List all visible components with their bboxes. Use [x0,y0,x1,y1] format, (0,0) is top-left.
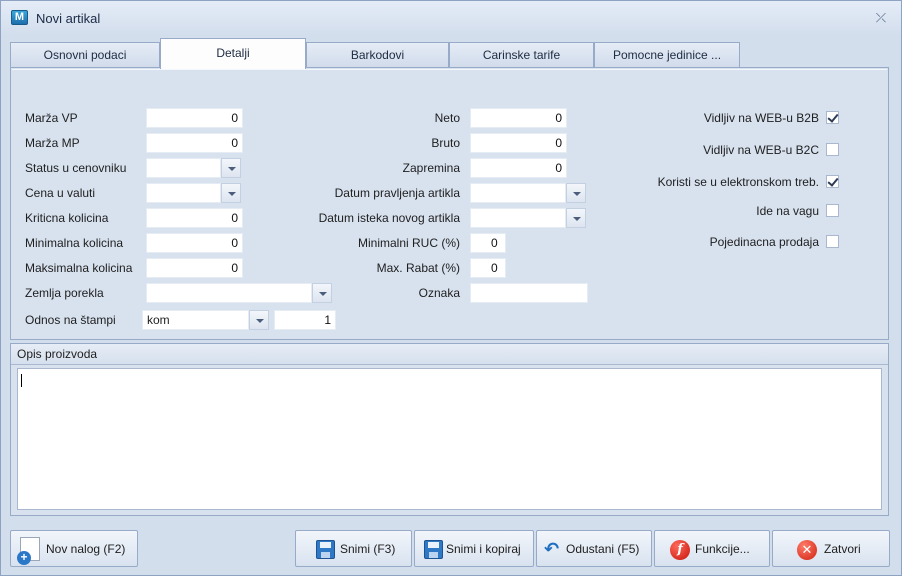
vaga-label: Ide na vagu [756,204,819,218]
marza-mp-input[interactable]: 0 [146,133,243,153]
marza-vp-label: Marža VP [25,111,78,125]
snimi-kopiraj-label: Snimi i kopiraj [446,542,521,556]
cena-valuti-value [146,183,221,203]
odnos-unit-select[interactable]: kom [142,310,271,330]
pojedinacna-label: Pojedinacna prodaja [709,235,819,249]
datum-isteka-label: Datum isteka novog artikla [318,211,460,225]
odnos-unit-value: kom [142,310,249,330]
zatvori-label: Zatvori [824,542,861,556]
minimalna-label: Minimalna kolicina [25,236,124,250]
cena-valuti-select[interactable] [146,183,243,203]
floppy-icon [316,540,335,559]
window-title: Novi artikal [36,11,101,26]
neto-label: Neto [434,111,460,125]
status-cenovnik-value [146,158,221,178]
b2b-checkbox[interactable] [826,111,839,124]
status-cenovnik-label: Status u cenovniku [25,161,127,175]
maksimalna-label: Maksimalna kolicina [25,261,133,275]
tab-carinske-tarife[interactable]: Carinske tarife [449,42,594,69]
tab-detalji[interactable]: Detalji [160,38,306,69]
b2b-label: Vidljiv na WEB-u B2B [703,111,819,125]
zapremina-input[interactable]: 0 [470,158,567,178]
odustani-button[interactable]: ↶ Odustani (F5) [536,530,652,567]
b2c-label: Vidljiv na WEB-u B2C [703,143,819,157]
elektronsko-label: Koristi se u elektronskom treb. [657,175,819,189]
snimi-kopiraj-button[interactable]: Snimi i kopiraj [414,530,534,567]
opis-group: Opis proizvoda [10,343,889,516]
undo-icon: ↶ [544,539,560,559]
odnos-value-input[interactable]: 1 [274,310,336,330]
snimi-label: Snimi (F3) [340,542,396,556]
close-circle-icon: ✕ [797,540,817,560]
elektronsko-checkbox[interactable] [826,175,839,188]
zapremina-label: Zapremina [402,161,460,175]
pojedinacna-checkbox[interactable] [826,235,839,248]
funkcije-label: Funkcije... [695,542,750,556]
opis-textarea[interactable] [17,368,882,510]
text-caret [21,374,22,387]
chevron-down-icon[interactable] [221,158,241,178]
b2c-checkbox[interactable] [826,143,839,156]
min-ruc-input[interactable]: 0 [470,233,506,253]
status-cenovnik-select[interactable] [146,158,243,178]
kriticna-label: Kriticna kolicina [25,211,109,225]
odustani-label: Odustani (F5) [566,542,640,556]
nov-nalog-button[interactable]: + Nov nalog (F2) [10,530,138,567]
title-bar: M Novi artikal ⤫ [1,1,901,35]
oznaka-label: Oznaka [418,286,460,300]
datum-pravljenja-value [470,183,566,203]
close-icon[interactable]: ⤫ [874,11,888,25]
opis-title: Opis proizvoda [11,344,888,365]
chevron-down-icon[interactable] [249,310,269,330]
odnos-label: Odnos na štampi [25,313,116,327]
chevron-down-icon[interactable] [221,183,241,203]
min-ruc-label: Minimalni RUC (%) [357,236,460,250]
oznaka-input[interactable] [470,283,588,303]
datum-pravljenja-label: Datum pravljenja artikla [334,186,460,200]
dialog-window: M Novi artikal ⤫ Osnovni podaci Detalji … [0,0,902,576]
floppy-icon [424,540,443,559]
kriticna-input[interactable]: 0 [146,208,243,228]
cena-valuti-label: Cena u valuti [25,186,96,200]
bruto-label: Bruto [431,136,460,150]
tab-osnovni-podaci[interactable]: Osnovni podaci [10,42,160,69]
minimalna-input[interactable]: 0 [146,233,243,253]
max-rabat-input[interactable]: 0 [470,258,506,278]
snimi-button[interactable]: Snimi (F3) [295,530,412,567]
marza-mp-label: Marža MP [25,136,80,150]
vaga-checkbox[interactable] [826,204,839,217]
new-document-icon: + [17,537,40,565]
maksimalna-input[interactable]: 0 [146,258,243,278]
zatvori-button[interactable]: ✕ Zatvori [772,530,890,567]
tab-pomocne-jedinice[interactable]: Pomocne jedinice ... [594,42,740,69]
function-icon: f [670,540,690,560]
max-rabat-label: Max. Rabat (%) [376,261,460,275]
nov-nalog-label: Nov nalog (F2) [46,542,126,556]
datum-isteka-value [470,208,566,228]
marza-vp-input[interactable]: 0 [146,108,243,128]
zemlja-label: Zemlja porekla [25,286,104,300]
bruto-input[interactable]: 0 [470,133,567,153]
tab-barkodovi[interactable]: Barkodovi [306,42,449,69]
app-icon: M [11,10,28,25]
funkcije-button[interactable]: f Funkcije... [654,530,770,567]
neto-input[interactable]: 0 [470,108,567,128]
